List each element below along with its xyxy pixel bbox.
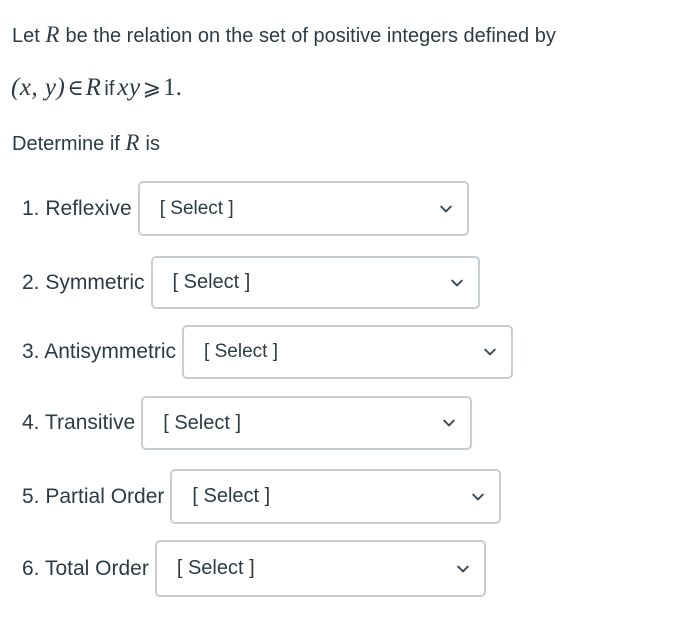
property-label-reflexive: 1. Reflexive [22,196,132,220]
question-line-3: Determine if R is [12,130,160,157]
select-partial-order[interactable]: [ Select ] [170,469,502,524]
select-partial-order-value: [ Select ] [192,485,271,507]
relation-variable-r: R [45,22,60,47]
question-line-1: Let R be the relation on the set of posi… [12,22,556,49]
select-symmetric-value: [ Select ] [172,271,251,293]
property-row-total-order: 6. Total Order [ Select ] [22,540,486,597]
select-reflexive[interactable]: [ Select ] [137,181,469,236]
property-label-transitive: 4. Transitive [22,411,136,434]
question-line-3-after: is [145,133,160,155]
question-line-2: (x, y)∈R if xy⩾1. [11,75,182,102]
select-antisymmetric[interactable]: [ Select ] [182,325,514,379]
question-line-1-after: be the relation on the set of positive i… [65,25,556,47]
chevron-down-icon [455,561,471,577]
product-xy: xy [117,74,141,101]
chevron-down-icon [438,201,454,217]
select-total-order[interactable]: [ Select ] [154,540,486,597]
chevron-down-icon [470,489,486,505]
select-transitive-value: [ Select ] [163,411,242,434]
question-line-3-before: Determine if [12,133,120,155]
relation-variable-r: R [85,74,102,101]
select-total-order-value: [ Select ] [176,557,255,579]
select-reflexive-value: [ Select ] [159,197,234,219]
question-line-1-before: Let [12,25,40,47]
property-row-symmetric: 2. Symmetric [ Select ] [22,256,480,309]
select-symmetric[interactable]: [ Select ] [150,256,480,309]
element-of-operator: ∈ [67,76,84,101]
threshold-value: 1 [163,74,176,101]
property-label-total-order: 6. Total Order [22,556,149,580]
property-label-antisymmetric: 3. Antisymmetric [22,340,177,363]
property-row-reflexive: 1. Reflexive [ Select ] [22,181,469,236]
property-label-partial-order: 5. Partial Order [22,484,165,508]
relation-variable-r: R [125,130,140,155]
conjunction-if: if [104,78,115,100]
property-row-antisymmetric: 3. Antisymmetric [ Select ] [22,325,514,379]
chevron-down-icon [441,415,457,431]
select-transitive[interactable]: [ Select ] [141,396,473,450]
chevron-down-icon [449,275,465,291]
property-row-transitive: 4. Transitive [ Select ] [22,396,473,450]
ordered-pair: (x, y) [11,74,66,101]
period: . [175,74,182,101]
greater-or-equal-operator: ⩾ [142,76,162,101]
chevron-down-icon [482,344,498,360]
select-antisymmetric-value: [ Select ] [204,341,278,362]
property-row-partial-order: 5. Partial Order [ Select ] [22,469,502,524]
property-label-symmetric: 2. Symmetric [22,270,145,294]
